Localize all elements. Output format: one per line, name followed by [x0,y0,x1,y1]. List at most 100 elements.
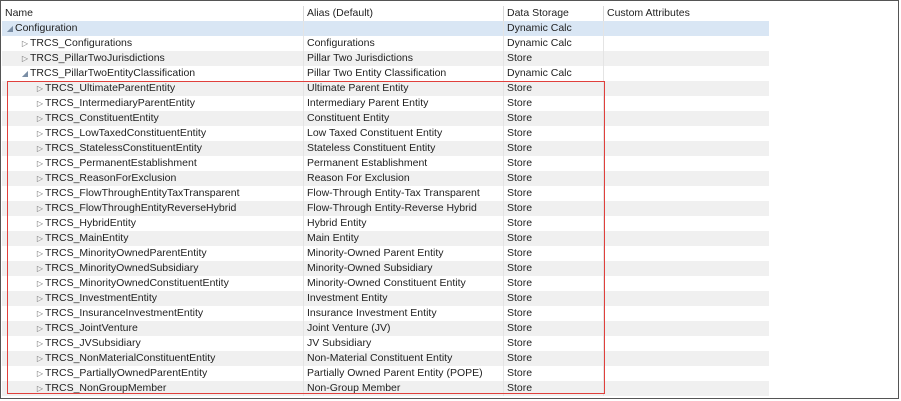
member-name-cell[interactable]: ◢ TRCS_PillarTwoEntityClassification [2,66,304,81]
table-row[interactable]: ▷ TRCS_MinorityOwnedConstituentEntity Mino… [2,276,769,291]
column-header-name[interactable]: Name [2,6,304,21]
table-row[interactable]: ▷ TRCS_ConstituentEntity Constituent Entit… [2,111,769,126]
triangle-right-icon[interactable]: ▷ [20,36,30,51]
custom-attributes-cell[interactable] [604,141,769,156]
data-storage-cell[interactable]: Store [504,156,604,171]
alias-cell[interactable]: Main Entity [304,231,504,246]
alias-cell[interactable]: Non-Group Member [304,381,504,396]
custom-attributes-cell[interactable] [604,81,769,96]
member-name-cell[interactable]: ▷ TRCS_UltimateParentEntity [2,81,304,96]
triangle-right-icon[interactable]: ▷ [35,111,45,126]
custom-attributes-cell[interactable] [604,321,769,336]
custom-attributes-cell[interactable] [604,231,769,246]
data-storage-cell[interactable]: Store [504,276,604,291]
alias-cell[interactable]: Investment Entity [304,291,504,306]
custom-attributes-cell[interactable] [604,96,769,111]
data-storage-cell[interactable]: Store [504,351,604,366]
alias-cell[interactable]: Stateless Constituent Entity [304,141,504,156]
alias-cell[interactable]: Partially Owned Parent Entity (POPE) [304,366,504,381]
custom-attributes-cell[interactable] [604,276,769,291]
custom-attributes-cell[interactable] [604,126,769,141]
alias-cell[interactable]: Configurations [304,36,504,51]
triangle-right-icon[interactable]: ▷ [35,96,45,111]
custom-attributes-cell[interactable] [604,381,769,396]
triangle-right-icon[interactable]: ▷ [35,231,45,246]
triangle-right-icon[interactable]: ▷ [35,156,45,171]
member-name-cell[interactable]: ▷ TRCS_MinorityOwnedSubsidiary [2,261,304,276]
member-name-cell[interactable]: ▷ TRCS_PermanentEstablishment [2,156,304,171]
custom-attributes-cell[interactable] [604,216,769,231]
table-row[interactable]: ▷ TRCS_NonMaterialConstituentEntity Non-Ma… [2,351,769,366]
alias-cell[interactable]: JV Subsidiary [304,336,504,351]
triangle-down-icon[interactable]: ◢ [5,21,15,36]
triangle-right-icon[interactable]: ▷ [35,171,45,186]
alias-cell[interactable]: Intermediary Parent Entity [304,96,504,111]
table-row[interactable]: ▷ TRCS_Configurations Configurations Dynami… [2,36,769,51]
table-row[interactable]: ▷ TRCS_JointVenture Joint Venture (JV) Stor… [2,321,769,336]
member-name-cell[interactable]: ▷ TRCS_ReasonForExclusion [2,171,304,186]
column-header-data-storage[interactable]: Data Storage [504,6,604,21]
custom-attributes-cell[interactable] [604,171,769,186]
triangle-right-icon[interactable]: ▷ [35,336,45,351]
alias-cell[interactable]: Insurance Investment Entity [304,306,504,321]
table-row[interactable]: ▷ TRCS_UltimateParentEntity Ultimate Paren… [2,81,769,96]
triangle-right-icon[interactable]: ▷ [35,141,45,156]
table-row[interactable]: ▷ TRCS_HybridEntity Hybrid Entity Store [2,216,769,231]
custom-attributes-cell[interactable] [604,186,769,201]
alias-cell[interactable]: Minority-Owned Constituent Entity [304,276,504,291]
alias-cell[interactable] [304,21,504,36]
data-storage-cell[interactable]: Store [504,141,604,156]
data-storage-cell[interactable]: Store [504,246,604,261]
member-name-cell[interactable]: ▷ TRCS_JVSubsidiary [2,336,304,351]
table-row[interactable]: ▷ TRCS_PartiallyOwnedParentEntity Partiall… [2,366,769,381]
alias-cell[interactable]: Pillar Two Jurisdictions [304,51,504,66]
alias-cell[interactable]: Flow-Through Entity-Tax Transparent [304,186,504,201]
triangle-right-icon[interactable]: ▷ [35,186,45,201]
alias-cell[interactable]: Reason For Exclusion [304,171,504,186]
data-storage-cell[interactable]: Store [504,186,604,201]
member-name-cell[interactable]: ▷ TRCS_NonMaterialConstituentEntity [2,351,304,366]
table-row[interactable]: ▷ TRCS_NonGroupMember Non-Group Member Stor… [2,381,769,396]
member-name-cell[interactable]: ▷ TRCS_ConstituentEntity [2,111,304,126]
table-row[interactable]: ▷ TRCS_ReasonForExclusion Reason For Exclu… [2,171,769,186]
alias-cell[interactable]: Constituent Entity [304,111,504,126]
table-row[interactable]: ▷ TRCS_JVSubsidiary JV Subsidiary Store [2,336,769,351]
custom-attributes-cell[interactable] [604,291,769,306]
table-row[interactable]: ▷ TRCS_MinorityOwnedSubsidiary Minority-Ow… [2,261,769,276]
custom-attributes-cell[interactable] [604,351,769,366]
custom-attributes-cell[interactable] [604,201,769,216]
data-storage-cell[interactable]: Store [504,321,604,336]
alias-cell[interactable]: Pillar Two Entity Classification [304,66,504,81]
alias-cell[interactable]: Flow-Through Entity-Reverse Hybrid [304,201,504,216]
triangle-right-icon[interactable]: ▷ [35,216,45,231]
data-storage-cell[interactable]: Dynamic Calc [504,36,604,51]
table-row[interactable]: ▷ TRCS_MainEntity Main Entity Store [2,231,769,246]
custom-attributes-cell[interactable] [604,336,769,351]
alias-cell[interactable]: Low Taxed Constituent Entity [304,126,504,141]
member-name-cell[interactable]: ▷ TRCS_NonGroupMember [2,381,304,396]
data-storage-cell[interactable]: Store [504,96,604,111]
data-storage-cell[interactable]: Dynamic Calc [504,66,604,81]
member-name-cell[interactable]: ▷ TRCS_MainEntity [2,231,304,246]
data-storage-cell[interactable]: Store [504,111,604,126]
triangle-right-icon[interactable]: ▷ [35,291,45,306]
alias-cell[interactable]: Ultimate Parent Entity [304,81,504,96]
table-row[interactable]: ▷ TRCS_FlowThroughEntityReverseHybrid Flow… [2,201,769,216]
table-row[interactable]: ◢ TRCS_PillarTwoEntityClassification Pilla… [2,66,769,81]
triangle-right-icon[interactable]: ▷ [35,351,45,366]
data-storage-cell[interactable]: Store [504,261,604,276]
triangle-right-icon[interactable]: ▷ [35,81,45,96]
triangle-right-icon[interactable]: ▷ [35,276,45,291]
alias-cell[interactable]: Minority-Owned Parent Entity [304,246,504,261]
member-name-cell[interactable]: ▷ TRCS_FlowThroughEntityReverseHybrid [2,201,304,216]
table-row[interactable]: ▷ TRCS_StatelessConstituentEntity Stateles… [2,141,769,156]
triangle-down-icon[interactable]: ◢ [20,66,30,81]
alias-cell[interactable]: Non-Material Constituent Entity [304,351,504,366]
triangle-right-icon[interactable]: ▷ [35,321,45,336]
custom-attributes-cell[interactable] [604,246,769,261]
triangle-right-icon[interactable]: ▷ [35,306,45,321]
column-header-alias[interactable]: Alias (Default) [304,6,504,21]
data-storage-cell[interactable]: Store [504,216,604,231]
member-name-cell[interactable]: ▷ TRCS_Configurations [2,36,304,51]
custom-attributes-cell[interactable] [604,36,769,51]
